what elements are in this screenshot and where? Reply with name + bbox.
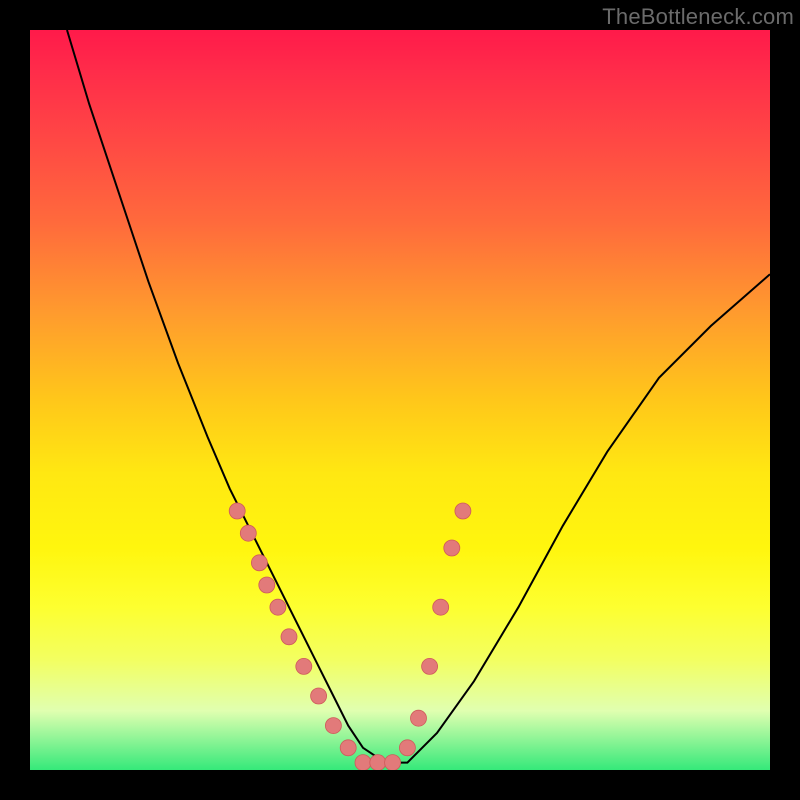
marker-dot <box>433 599 449 615</box>
bottleneck-curve <box>67 30 770 763</box>
plot-area <box>30 30 770 770</box>
marker-dot <box>340 740 356 756</box>
marker-dot <box>311 688 327 704</box>
marker-dot <box>229 503 245 519</box>
marker-dot <box>399 740 415 756</box>
chart-svg <box>30 30 770 770</box>
marker-dot <box>281 629 297 645</box>
marker-dot <box>240 525 256 541</box>
marker-dot <box>370 755 386 770</box>
marker-dot <box>251 555 267 571</box>
marker-dot <box>411 710 427 726</box>
marker-dot <box>422 658 438 674</box>
watermark-text: TheBottleneck.com <box>602 4 794 30</box>
marker-dot <box>296 658 312 674</box>
marker-dot <box>385 755 401 770</box>
chart-frame: TheBottleneck.com <box>0 0 800 800</box>
marker-dot <box>455 503 471 519</box>
marker-dot <box>444 540 460 556</box>
marker-dot <box>355 755 371 770</box>
marker-dot <box>259 577 275 593</box>
marker-dot <box>325 718 341 734</box>
marker-dot <box>270 599 286 615</box>
